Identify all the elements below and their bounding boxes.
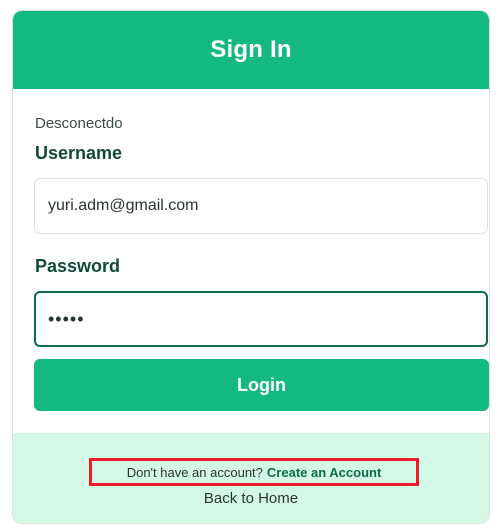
card-footer: Don't have an account? Create an Account… <box>13 433 489 523</box>
sign-in-card: Sign In Desconectdo Username Password Lo… <box>12 10 490 524</box>
username-input[interactable] <box>34 178 488 234</box>
page-title: Sign In <box>210 36 292 63</box>
login-button[interactable]: Login <box>34 359 489 411</box>
card-header: Sign In <box>13 11 489 89</box>
back-to-home-link[interactable]: Back to Home <box>13 490 489 507</box>
connection-status: Desconectdo <box>35 115 123 132</box>
signup-question: Don't have an account? <box>126 464 263 480</box>
password-input[interactable] <box>34 291 488 347</box>
username-label: Username <box>35 143 123 163</box>
signup-prompt-highlight: Don't have an account? Create an Account <box>89 458 419 486</box>
password-label: Password <box>35 256 121 276</box>
create-account-link[interactable]: Create an Account <box>267 465 381 480</box>
